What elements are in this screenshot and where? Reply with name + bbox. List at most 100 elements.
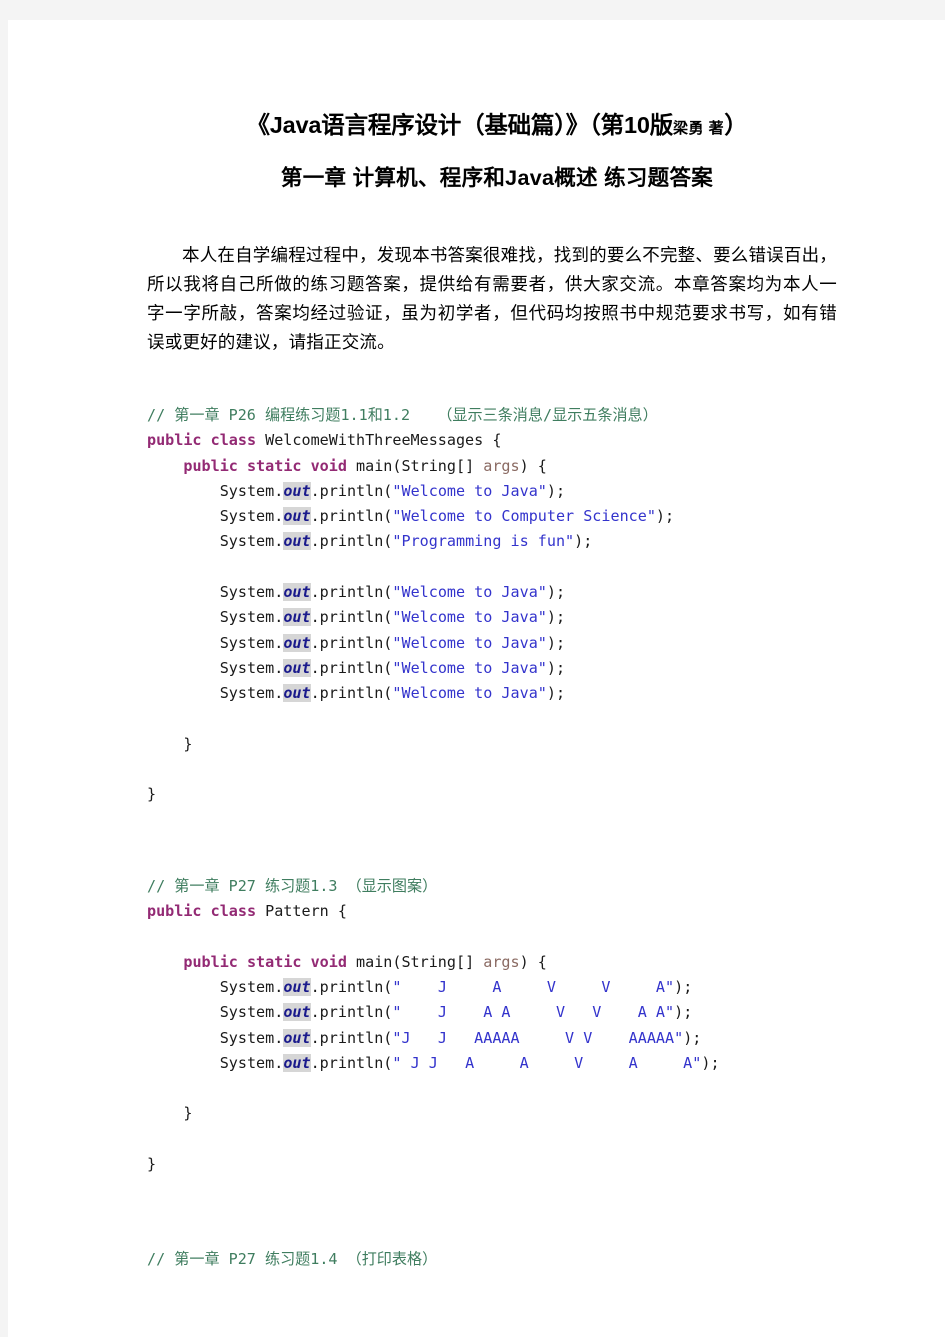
code-token-plain: ); — [546, 684, 566, 703]
code-token-plain: } — [183, 734, 193, 753]
code-token-plain: ); — [574, 532, 593, 551]
code-token-plain: System. — [219, 1003, 284, 1022]
code-token-field: out — [283, 583, 311, 602]
code-token-plain: ); — [546, 658, 566, 677]
code-block-2: // 第一章 P27 练习题1.3 （显示图案） public class Pat… — [147, 874, 847, 1178]
code-token-field: out — [283, 1028, 311, 1047]
code-token-plain: WelcomeWithThreeMessages { — [256, 431, 502, 450]
code-token-plain: main(String[] — [346, 456, 484, 475]
code-token-string: "Welcome to Java" — [392, 583, 547, 602]
code-line: } — [147, 732, 847, 757]
code-line: System.out.println(" J J A A V A A"); — [147, 1051, 847, 1076]
code-token-field: out — [283, 658, 311, 677]
code-token-field: out — [283, 608, 311, 627]
code-token-plain: } — [147, 1155, 157, 1174]
code-comment-line: // 第一章 P26 编程练习题1.1和1.2 （显示三条消息/显示五条消息） — [147, 403, 847, 428]
code-token-plain: System. — [219, 633, 284, 652]
code-token-plain: System. — [219, 684, 284, 703]
code-line: System.out.println("Welcome to Java"); — [147, 479, 847, 504]
code-token-field: out — [283, 1053, 311, 1072]
code-line: System.out.println("Programming is fun")… — [147, 529, 847, 554]
code-token-field: out — [283, 1003, 311, 1022]
code-token-plain: } — [147, 785, 157, 804]
document-subtitle: 第一章 计算机、程序和Java概述 练习题答案 — [280, 166, 714, 190]
code-token-plain: .println( — [310, 608, 393, 627]
code-line: System.out.println(" J A V V A"); — [147, 975, 847, 1000]
code-token-comment: // 第一章 P27 练习题1.4 （打印表格） — [147, 1250, 438, 1269]
code-token-plain: .println( — [310, 977, 393, 996]
code-token-plain: .println( — [310, 684, 393, 703]
code-token-plain: .println( — [310, 1028, 393, 1047]
code-token-plain: ); — [546, 633, 566, 652]
code-token-field: out — [283, 633, 311, 652]
code-token-string: "Welcome to Java" — [392, 684, 547, 703]
code-token-string: "J J AAAAA V V AAAAA" — [392, 1028, 684, 1047]
code-token-keyword: public class — [147, 431, 257, 450]
code-line: System.out.println("J J AAAAA V V AAAAA"… — [147, 1026, 847, 1051]
code-token-plain: System. — [219, 658, 284, 677]
code-token-comment: // 第一章 P26 编程练习题1.1和1.2 （显示三条消息/显示五条消息） — [147, 406, 658, 424]
code-token-plain: ) { — [519, 456, 547, 475]
code-token-comment: // 第一章 P27 练习题1.3 （显示图案） — [147, 876, 438, 895]
code-token-plain: ); — [546, 481, 566, 500]
code-token-string: "Welcome to Java" — [392, 481, 547, 500]
code-token-plain: .println( — [310, 532, 393, 551]
code-token-field: out — [283, 507, 311, 526]
code-token-string: "Programming is fun" — [392, 532, 575, 551]
code-token-string: "Welcome to Java" — [392, 658, 547, 677]
code-token-plain: ); — [701, 1053, 720, 1072]
code-token-plain: ); — [546, 583, 566, 602]
intro-paragraph: 本人在自学编程过程中，发现本书答案很难找，找到的要么不完整、要么错误百出，所以我… — [147, 245, 837, 352]
code-token-string: "Welcome to Computer Science" — [392, 507, 656, 526]
document-title-author: 梁勇 著 — [673, 120, 725, 137]
code-token-plain: .println( — [310, 658, 393, 677]
code-token-plain: System. — [219, 481, 284, 500]
code-line: System.out.println("Welcome to Java"); — [147, 605, 847, 630]
code-token-string: " J J A A V A A" — [392, 1053, 702, 1072]
code-token-string: "Welcome to Java" — [392, 608, 547, 627]
code-token-param: args — [483, 456, 520, 475]
code-token-keyword: public static void — [183, 952, 347, 971]
code-comment-line: // 第一章 P27 练习题1.4 （打印表格） — [147, 1247, 847, 1272]
code-token-plain: .println( — [310, 481, 393, 500]
code-token-plain: System. — [219, 1053, 284, 1072]
code-token-plain: ); — [674, 1003, 693, 1022]
code-token-plain: Pattern { — [256, 902, 347, 921]
code-line: } — [147, 1101, 847, 1126]
code-line: System.out.println("Welcome to Java"); — [147, 681, 847, 706]
code-token-plain: ); — [674, 977, 693, 996]
code-token-plain: main(String[] — [346, 952, 484, 971]
code-token-param: args — [483, 952, 520, 971]
code-line: public static void main(String[] args) { — [147, 950, 847, 975]
code-line: public static void main(String[] args) { — [147, 454, 847, 479]
code-token-plain: System. — [219, 532, 284, 551]
code-token-string: "Welcome to Java" — [392, 633, 547, 652]
code-line: public class Pattern { — [147, 899, 847, 924]
code-token-field: out — [283, 684, 311, 703]
code-token-string: " J A V V A" — [392, 977, 675, 996]
code-token-plain: ); — [655, 507, 675, 526]
code-token-plain: System. — [219, 608, 284, 627]
code-line: } — [147, 782, 847, 807]
code-token-plain: } — [183, 1104, 193, 1123]
code-token-field: out — [283, 481, 311, 500]
code-token-plain: ) { — [519, 952, 547, 971]
document-page: 《Java语言程序设计（基础篇）》（第10版梁勇 著） 第一章 计算机、程序和J… — [8, 20, 945, 1337]
code-token-plain: .println( — [310, 583, 393, 602]
document-title: 《Java语言程序设计（基础篇）》（第10版梁勇 著） — [147, 105, 847, 149]
code-line: System.out.println("Welcome to Java"); — [147, 580, 847, 605]
code-block-1: // 第一章 P26 编程练习题1.1和1.2 （显示三条消息/显示五条消息） p… — [147, 403, 847, 808]
code-token-plain: System. — [219, 583, 284, 602]
code-line: System.out.println("Welcome to Computer … — [147, 504, 847, 529]
code-token-plain: System. — [219, 977, 284, 996]
code-token-plain: ); — [546, 608, 566, 627]
code-line: System.out.println(" J A A V V A A"); — [147, 1000, 847, 1025]
document-title-close: ） — [724, 112, 748, 138]
code-line: System.out.println("Welcome to Java"); — [147, 656, 847, 681]
code-line: System.out.println("Welcome to Java"); — [147, 631, 847, 656]
